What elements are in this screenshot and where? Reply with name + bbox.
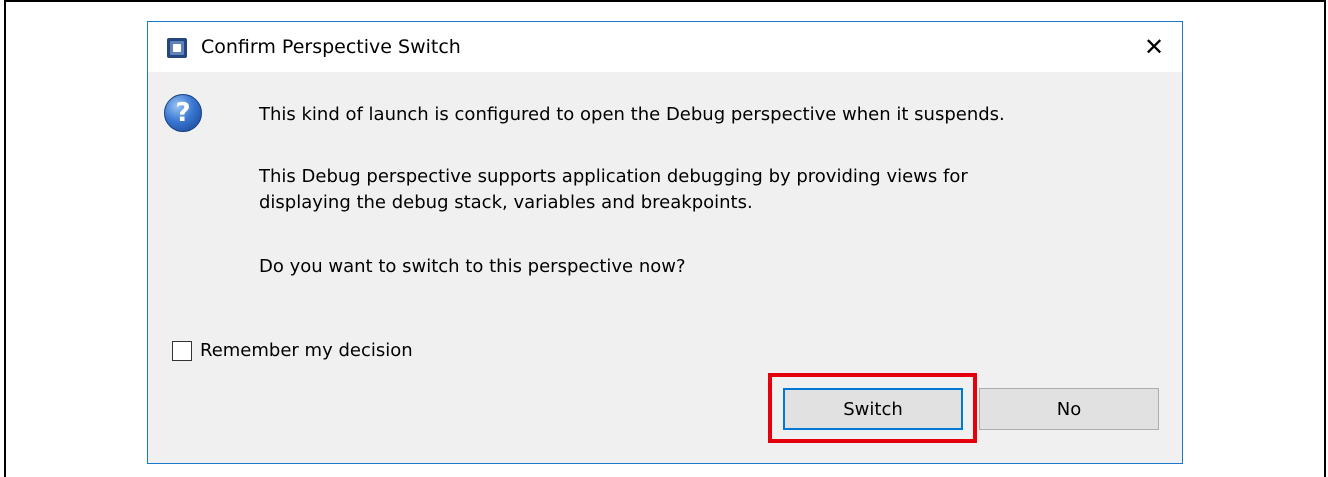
eclipse-app-icon xyxy=(167,38,187,58)
remember-decision-label: Remember my decision xyxy=(200,340,413,361)
message-perspective-desc-line-2: displaying the debug stack, variables an… xyxy=(259,192,753,213)
remember-decision-option[interactable]: Remember my decision xyxy=(172,340,413,361)
dialog-titlebar: Confirm Perspective Switch ✕ xyxy=(148,22,1182,72)
question-glyph: ? xyxy=(175,98,191,128)
dialog-title: Confirm Perspective Switch xyxy=(201,36,461,58)
switch-button-highlight xyxy=(768,373,977,443)
message-question: Do you want to switch to this perspectiv… xyxy=(259,256,686,277)
remember-decision-checkbox[interactable] xyxy=(172,340,192,361)
question-icon: ? xyxy=(164,94,202,132)
confirm-perspective-dialog: Confirm Perspective Switch ✕ ? This kind… xyxy=(147,21,1183,464)
close-icon: ✕ xyxy=(1143,33,1165,61)
no-button[interactable]: No xyxy=(979,388,1159,430)
message-perspective-desc-line-1: This Debug perspective supports applicat… xyxy=(259,166,968,187)
message-launch-config: This kind of launch is configured to ope… xyxy=(259,104,1005,125)
close-button[interactable]: ✕ xyxy=(1126,22,1182,72)
